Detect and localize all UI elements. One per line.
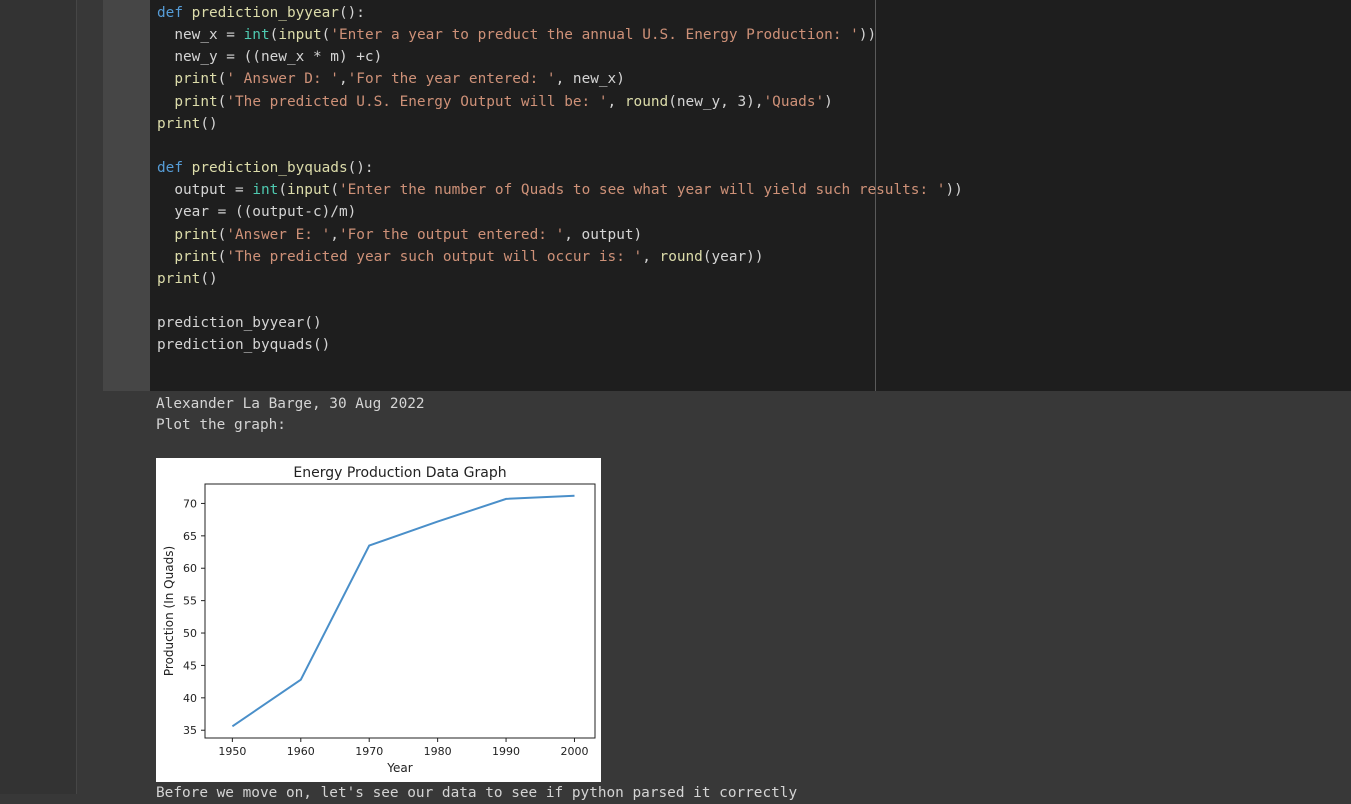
code-token: output = [157, 182, 253, 199]
x-tick-label: 1980 [424, 745, 452, 758]
code-token: print [174, 93, 218, 110]
y-tick-label: 60 [183, 562, 197, 575]
code-token: , [607, 93, 625, 110]
code-token: , output) [564, 226, 643, 243]
code-token: (new_y, 3), [668, 93, 764, 110]
code-token: round [624, 93, 669, 110]
code-token: year = ((output-c)/m) [157, 204, 357, 221]
plot-area [204, 483, 596, 739]
code-token: ' Answer D: ' [226, 71, 339, 88]
code-token: , [642, 248, 660, 265]
code-token: prediction_byquads() [157, 337, 331, 354]
x-tick-label: 1970 [355, 745, 383, 758]
code-token: round [659, 248, 703, 265]
markdown-plot-line: Plot the graph: [156, 417, 286, 433]
code-token: new_y = ((new_x * m) +c) [157, 49, 383, 66]
x-axis-label: Year [386, 761, 412, 775]
code-token: () [200, 115, 218, 132]
code-line: new_x = int(input('Enter a year to predu… [157, 24, 876, 46]
code-token: print [157, 270, 201, 287]
code-token: print [174, 71, 218, 88]
y-tick-label: 65 [183, 530, 197, 543]
markdown-author-line: Alexander La Barge, 30 Aug 2022 [156, 396, 425, 412]
code-token: 'The predicted year such output will occ… [226, 248, 643, 265]
code-token: , new_x) [555, 71, 625, 88]
code-token: input [278, 27, 322, 44]
code-token: 'For the output entered: ' [338, 226, 565, 243]
code-token: (): [338, 5, 365, 21]
code-token: 'The predicted U.S. Energy Output will b… [226, 93, 608, 110]
code-token: 'Answer E: ' [226, 226, 331, 243]
code-token: prediction_byyear [191, 5, 339, 21]
code-line: print() [157, 113, 218, 135]
line-chart: 1950 1960 1970 1980 1990 2000 35 40 45 50 55 60 65 70… [162, 465, 596, 775]
code-line: def prediction_byquads(): [157, 157, 374, 179]
code-line: def prediction_byyear(): [157, 2, 365, 24]
code-line: print(' Answer D: ','For the year entere… [157, 68, 625, 90]
panel-divider [76, 0, 77, 794]
code-line: print('The predicted U.S. Energy Output … [157, 91, 833, 113]
code-line: year = ((output-c)/m) [157, 201, 356, 223]
x-tick-label: 1950 [218, 745, 246, 758]
y-axis-label: Production (In Quads) [162, 546, 176, 676]
code-token: prediction_byquads [191, 160, 348, 177]
code-token: )) [945, 182, 963, 199]
code-token: , [330, 226, 339, 243]
x-tick-label: 1990 [492, 745, 520, 758]
y-tick-label: 35 [183, 724, 197, 737]
y-tick-label: 55 [183, 595, 197, 608]
code-token: print [174, 226, 218, 243]
y-tick-label: 45 [183, 659, 197, 672]
code-token: (): [347, 160, 374, 177]
y-tick-label: 40 [183, 692, 197, 705]
code-token: prediction_byyear() [157, 315, 322, 332]
code-token: ( [321, 27, 331, 44]
code-token: def [157, 160, 192, 177]
code-token: input [286, 182, 331, 199]
code-token: , [338, 71, 348, 88]
left-panel [0, 0, 76, 794]
y-tick-label: 50 [183, 627, 197, 640]
code-token: ( [269, 27, 279, 44]
code-token: )) [858, 27, 877, 44]
code-line: print() [157, 268, 218, 290]
code-token: int [243, 27, 270, 44]
code-token: int [252, 182, 279, 199]
x-tick-label: 2000 [560, 745, 588, 758]
code-token: 'For the year entered: ' [347, 71, 556, 88]
x-tick-label: 1960 [287, 745, 315, 758]
code-line: print('The predicted year such output wi… [157, 246, 764, 268]
code-token: def [157, 5, 192, 21]
code-token: () [200, 270, 218, 287]
code-token: 'Enter the number of Quads to see what y… [338, 182, 946, 199]
code-token: 'Enter a year to preduct the annual U.S.… [330, 27, 859, 44]
code-line: new_y = ((new_x * m) +c) [157, 46, 382, 68]
code-token: ) [824, 93, 833, 110]
chart-title: Energy Production Data Graph [293, 465, 506, 481]
code-line: print('Answer E: ','For the output enter… [157, 224, 642, 246]
code-token: 'Quads' [763, 93, 825, 110]
code-line: prediction_byyear() [157, 312, 322, 334]
code-token: print [174, 248, 218, 265]
code-token: print [157, 115, 201, 132]
chart-output: 1950 1960 1970 1980 1990 2000 35 40 45 50 55 60 65 70… [156, 458, 601, 782]
cell-gutter[interactable] [103, 0, 150, 391]
code-line: prediction_byquads() [157, 334, 330, 356]
code-token: (year)) [702, 248, 764, 265]
code-line: output = int(input('Enter the number of … [157, 179, 963, 201]
code-token: new_x = [157, 27, 244, 44]
code-token: ( [330, 182, 339, 199]
code-token: ( [278, 182, 287, 199]
y-tick-label: 70 [183, 497, 197, 510]
